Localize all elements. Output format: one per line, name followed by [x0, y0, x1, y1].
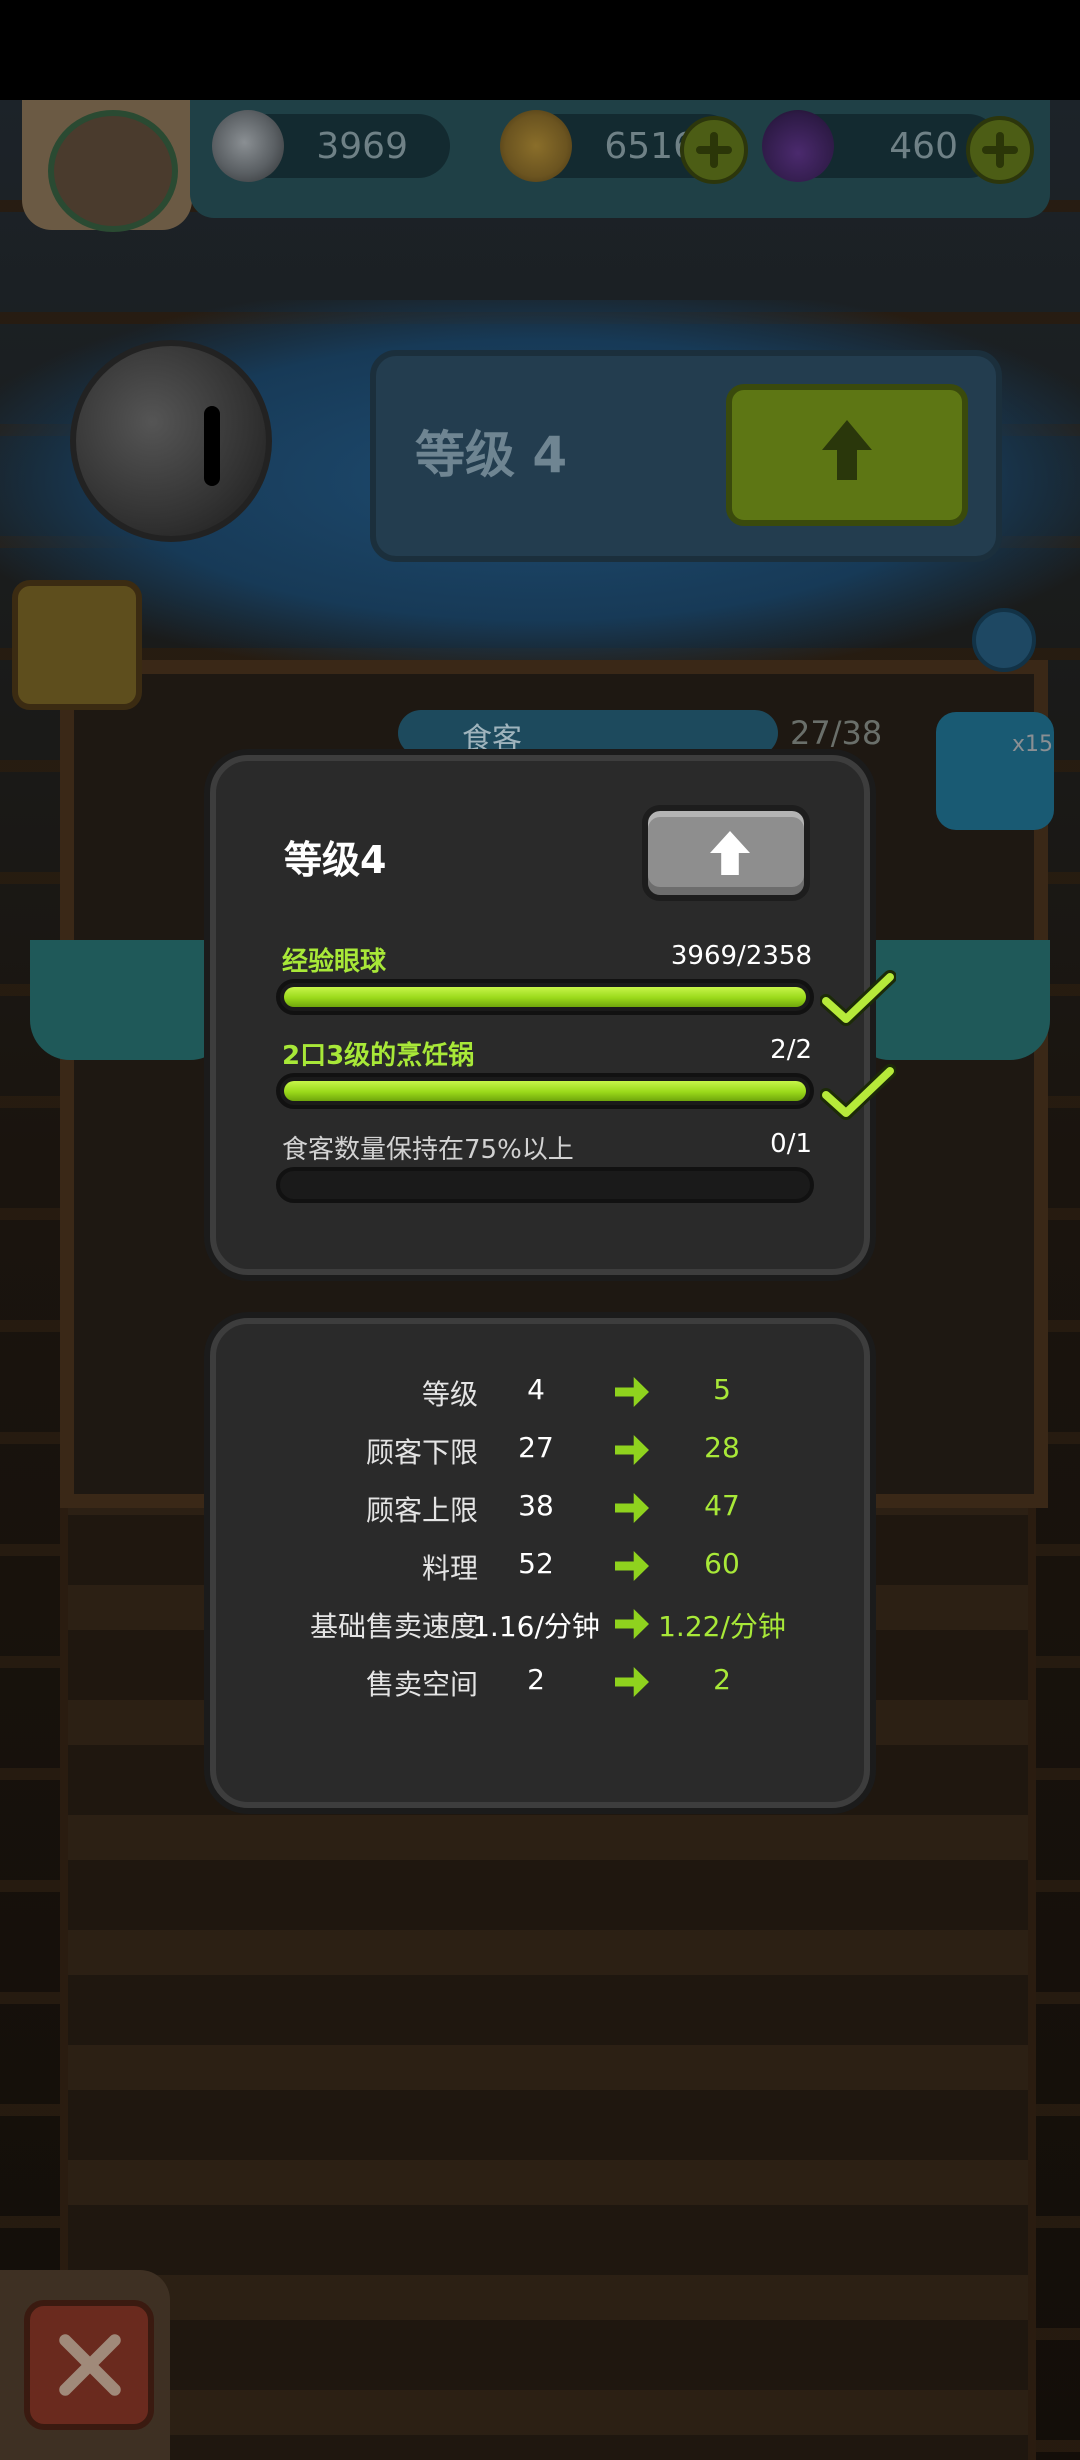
progress-bar — [276, 979, 814, 1015]
stat-row: 等级 4 5 — [216, 1369, 876, 1413]
customer-count: 27/38 — [790, 714, 883, 752]
stat-name: 顾客下限 — [365, 1436, 478, 1469]
shop-level-label: 等级 4 — [415, 426, 568, 484]
shirt-button[interactable] — [12, 580, 142, 710]
stat-current: 52 — [518, 1547, 554, 1580]
close-button[interactable] — [24, 2300, 154, 2430]
requirement-label: 食客数量保持在75%以上 — [282, 1135, 574, 1165]
potion-count: 460 — [889, 126, 958, 167]
stat-row: 顾客下限 27 28 — [216, 1427, 876, 1471]
stat-row: 售卖空间 2 2 — [216, 1659, 876, 1703]
game-screen: 等级 4 x15 食客 27/38 3969 6516 460 等级4 经验眼球… — [0, 0, 1080, 2460]
potion-icon — [762, 110, 834, 182]
upgrade-button[interactable] — [642, 805, 810, 901]
player-avatar-badge[interactable] — [22, 100, 192, 232]
arrow-right-icon — [615, 1667, 649, 1697]
stat-current: 4 — [527, 1373, 545, 1406]
stat-row: 基础售卖速度 1.16/分钟 1.22/分钟 — [216, 1601, 876, 1645]
requirement-value: 0/1 — [770, 1129, 812, 1159]
stat-row: 顾客上限 38 47 — [216, 1485, 876, 1529]
progress-bar — [276, 1073, 814, 1109]
stat-current: 27 — [518, 1431, 554, 1464]
eyeball-count: 3969 — [316, 126, 408, 167]
stat-next: 1.22/分钟 — [658, 1610, 786, 1643]
share-multiplier: x15 — [1012, 732, 1054, 757]
dialog-title: 等级4 — [284, 838, 387, 882]
eyeball-icon — [212, 110, 284, 182]
eyeball-icon — [70, 340, 272, 542]
arrow-up-icon — [710, 831, 750, 875]
customer-bar — [398, 710, 778, 756]
checkmark-icon — [820, 970, 896, 1026]
requirement-value: 2/2 — [770, 1035, 812, 1065]
stat-next: 28 — [704, 1431, 740, 1464]
progress-fill — [284, 1081, 806, 1101]
add-coins-button[interactable] — [680, 116, 748, 184]
requirement-label: 经验眼球 — [282, 947, 387, 977]
shop-upgrade-button[interactable] — [726, 384, 968, 526]
stat-name: 基础售卖速度 — [309, 1610, 478, 1643]
stat-next: 47 — [704, 1489, 740, 1522]
stat-next: 2 — [713, 1663, 731, 1696]
level-stats-panel: 等级 4 5 顾客下限 27 28 顾客上限 38 47 料理 52 60 基础… — [210, 1318, 870, 1808]
arrow-right-icon — [615, 1435, 649, 1465]
info-icon[interactable] — [972, 608, 1036, 672]
requirement-label: 2口3级的烹饪锅 — [282, 1041, 475, 1071]
progress-fill — [284, 987, 806, 1007]
stat-next: 5 — [713, 1373, 731, 1406]
upgrade-requirements-dialog: 等级4 经验眼球 3969/2358 2口3级的烹饪锅 2/2 食客数量保持在7… — [210, 755, 896, 1275]
coin-icon — [500, 110, 572, 182]
stat-current: 1.16/分钟 — [472, 1610, 600, 1643]
stat-current: 38 — [518, 1489, 554, 1522]
arrow-right-icon — [615, 1551, 649, 1581]
close-button-frame — [0, 2270, 170, 2460]
stat-current: 2 — [527, 1663, 545, 1696]
stat-name: 顾客上限 — [365, 1494, 478, 1527]
eyeball-resource: 3969 — [212, 110, 450, 182]
progress-bar — [276, 1167, 814, 1203]
awning-left — [30, 940, 230, 1060]
monster-chef-icon — [48, 110, 178, 232]
stat-name: 售卖空间 — [365, 1668, 478, 1701]
arrow-right-icon — [615, 1493, 649, 1523]
stat-next: 60 — [704, 1547, 740, 1580]
stat-row: 料理 52 60 — [216, 1543, 876, 1587]
checkmark-icon — [820, 1064, 896, 1120]
requirement-value: 3969/2358 — [670, 941, 812, 971]
arrow-right-icon — [615, 1609, 649, 1639]
customer-label: 食客 — [462, 722, 522, 757]
arrow-right-icon — [615, 1377, 649, 1407]
share-button[interactable] — [936, 712, 1054, 830]
add-potions-button[interactable] — [966, 116, 1034, 184]
